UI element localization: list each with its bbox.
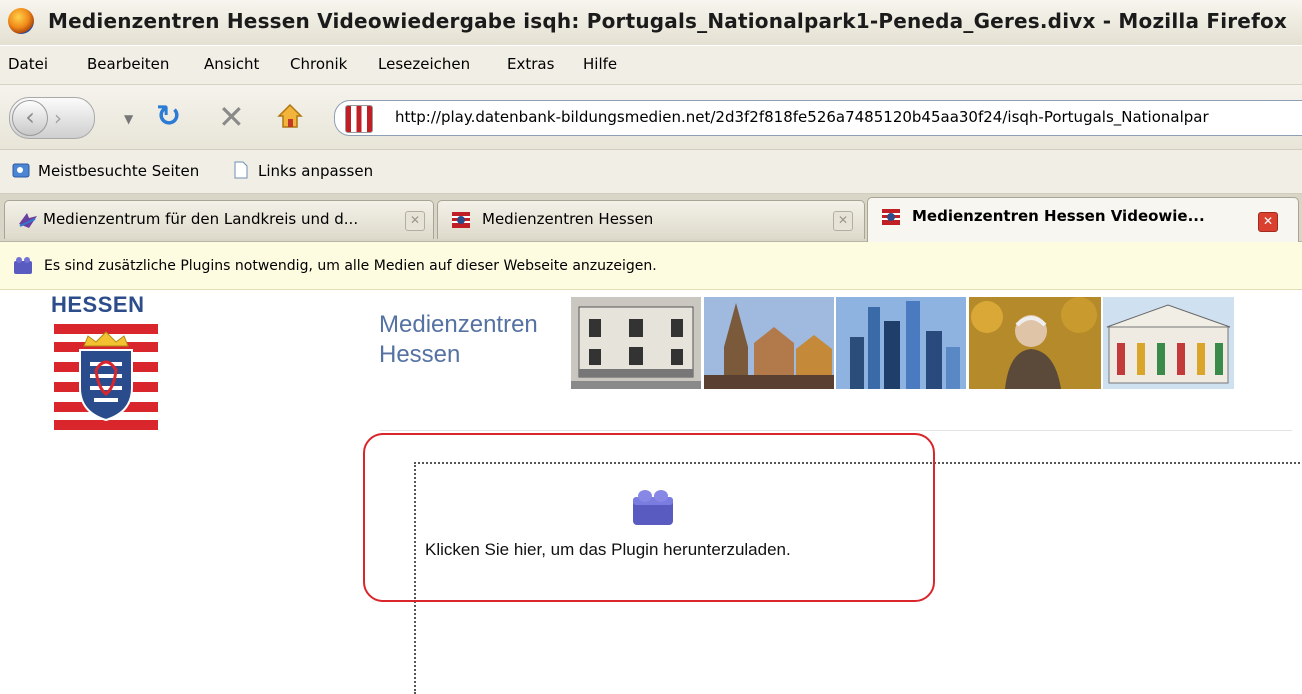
header-divider <box>380 430 1292 431</box>
hessen-crest-logo <box>54 324 158 430</box>
banner-photo-church <box>704 297 834 389</box>
reload-icon[interactable]: ↻ <box>156 99 181 134</box>
tab-close-icon[interactable]: ✕ <box>405 211 425 231</box>
menu-extras[interactable]: Extras <box>507 55 554 73</box>
plugin-notification-bar[interactable]: Es sind zusätzliche Plugins notwendig, u… <box>0 242 1302 290</box>
menu-ansicht[interactable]: Ansicht <box>204 55 259 73</box>
bookmark-label: Meistbesuchte Seiten <box>38 162 200 180</box>
site-favicon-icon <box>345 105 373 133</box>
tab-favicon-icon <box>452 212 470 228</box>
plugin-bar-message: Es sind zusätzliche Plugins notwendig, u… <box>44 258 657 274</box>
address-bar[interactable]: http://play.datenbank-bildungsmedien.net… <box>334 100 1302 136</box>
back-icon[interactable]: ‹ <box>12 100 48 136</box>
org-name-line2: Hessen <box>379 341 461 368</box>
tab-favicon-icon <box>19 213 37 228</box>
banner-photo-palace <box>571 297 701 389</box>
menu-chronik[interactable]: Chronik <box>290 55 347 73</box>
tab-label: Medienzentren Hessen <box>482 210 654 228</box>
address-url[interactable]: http://play.datenbank-bildungsmedien.net… <box>395 108 1209 126</box>
window-titlebar: Medienzentren Hessen Videowiedergabe isq… <box>0 0 1302 45</box>
forward-icon[interactable]: › <box>54 106 62 130</box>
navigation-toolbar: ‹ › ▼ ↻ ✕ http://play.datenbank-bildungs… <box>0 85 1302 150</box>
tab-favicon-icon <box>882 209 900 225</box>
folder-search-icon <box>12 163 30 178</box>
menu-hilfe[interactable]: Hilfe <box>583 55 617 73</box>
tab-medienzentrum-landkreis[interactable]: Medienzentrum für den Landkreis und d...… <box>4 200 434 239</box>
plugin-download-prompt[interactable]: Klicken Sie hier, um das Plugin herunter… <box>425 540 791 560</box>
tab-close-icon[interactable]: ✕ <box>833 211 853 231</box>
tab-medienzentren-hessen[interactable]: Medienzentren Hessen ✕ <box>437 200 865 239</box>
history-dropdown-icon[interactable]: ▼ <box>124 112 133 126</box>
tab-bar: Medienzentrum für den Landkreis und d...… <box>0 194 1302 242</box>
state-label: HESSEN <box>51 292 145 317</box>
plugin-missing-icon[interactable] <box>631 485 675 527</box>
tab-close-icon[interactable]: ✕ <box>1258 212 1278 232</box>
tab-label: Medienzentrum für den Landkreis und d... <box>43 210 359 228</box>
home-icon[interactable] <box>276 102 304 130</box>
bookmark-label: Links anpassen <box>258 162 374 180</box>
firefox-logo-icon <box>8 8 34 34</box>
banner-photo-portrait <box>969 297 1101 389</box>
window-title: Medienzentren Hessen Videowiedergabe isq… <box>48 9 1288 33</box>
plugin-puzzle-icon <box>14 257 32 274</box>
menu-bearbeiten[interactable]: Bearbeiten <box>87 55 169 73</box>
stop-icon[interactable]: ✕ <box>218 98 245 136</box>
org-name: Medienzentren Hessen <box>379 310 538 370</box>
tab-label: Medienzentren Hessen Videowie... <box>912 207 1205 225</box>
bookmark-links-anpassen[interactable]: Links anpassen <box>232 161 373 180</box>
bookmark-meistbesuchte-seiten[interactable]: Meistbesuchte Seiten <box>12 161 199 180</box>
org-name-line1: Medienzentren <box>379 311 538 338</box>
page-icon <box>234 161 248 179</box>
banner-photo-theater <box>1103 297 1234 389</box>
page-content: HESSEN Medienzentren Hessen Klicken Sie … <box>0 290 1302 694</box>
tab-medienzentren-hessen-videowiedergabe[interactable]: Medienzentren Hessen Videowie... ✕ <box>867 197 1299 242</box>
back-forward-group: ‹ › <box>9 97 95 139</box>
menu-lesezeichen[interactable]: Lesezeichen <box>378 55 470 73</box>
banner-photo-skyline <box>836 297 966 389</box>
menu-datei[interactable]: Datei <box>8 55 48 73</box>
bookmarks-toolbar: Meistbesuchte Seiten Links anpassen <box>0 150 1302 194</box>
menubar: Datei Bearbeiten Ansicht Chronik Lesezei… <box>0 46 1302 85</box>
